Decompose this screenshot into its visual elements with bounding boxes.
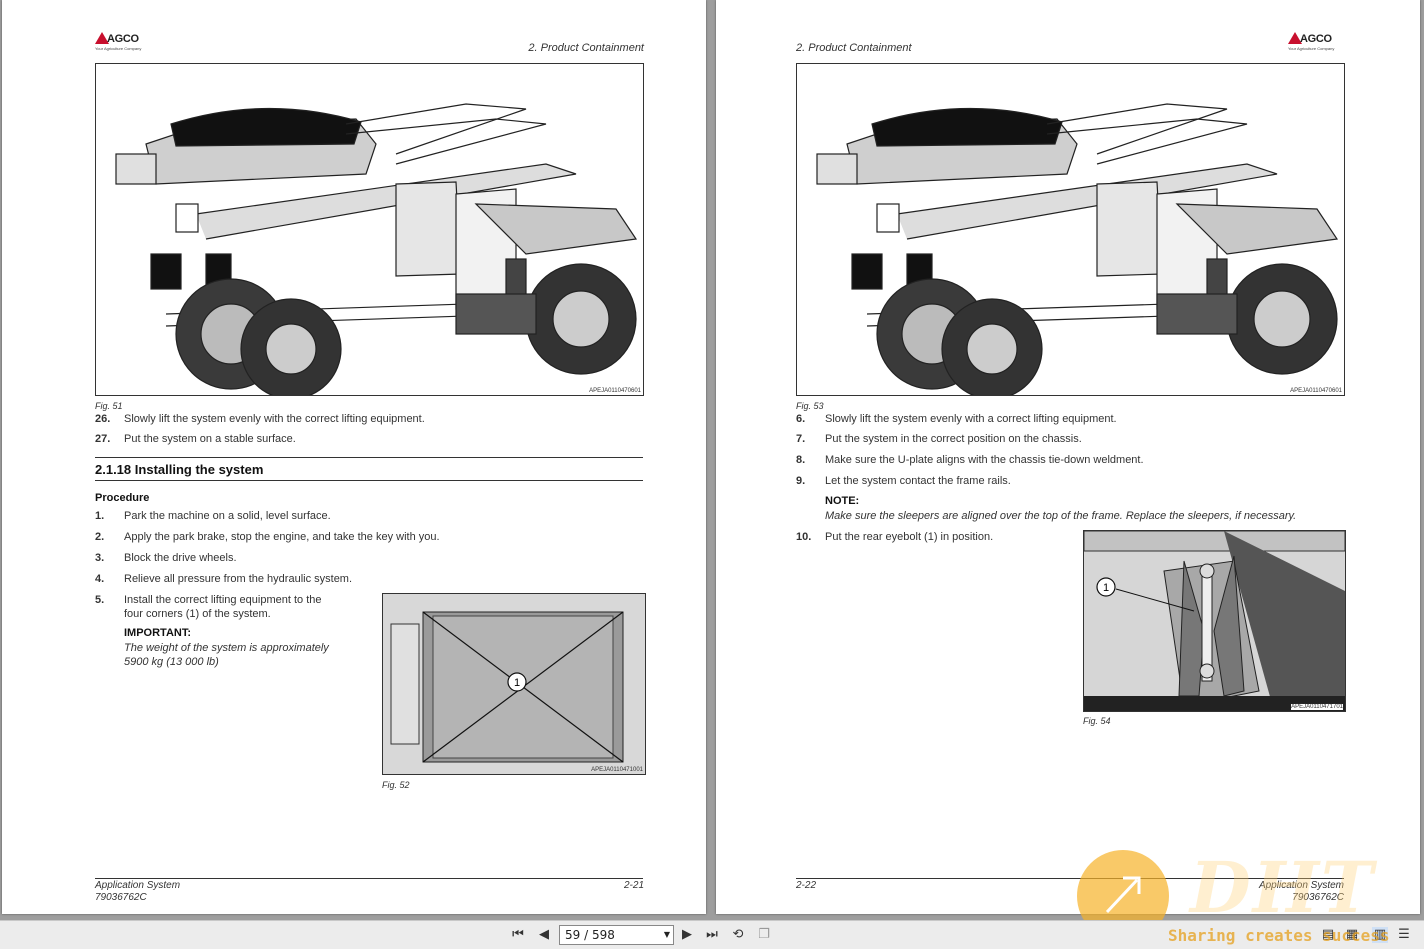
footer-doc-number: 79036762C [95, 892, 147, 903]
step-text: Put the system on a stable surface. [124, 433, 296, 445]
section-title: 2.1.18 Installing the system [95, 462, 263, 477]
watermark-text: Sharing creates success [1168, 926, 1390, 945]
section-title-text: Installing the system [134, 462, 264, 477]
view-icon[interactable]: ☰ [1396, 927, 1412, 943]
step-text: Let the system contact the frame rails. [825, 475, 1011, 487]
figure-caption: Fig. 52 [382, 780, 410, 790]
step-number: 4. [95, 573, 105, 585]
step-number: 8. [796, 454, 806, 466]
step-text: Slowly lift the system evenly with a cor… [825, 413, 1117, 425]
step-text: Block the drive wheels. [124, 552, 237, 564]
step-text: Install the correct lifting equipment to… [124, 594, 322, 606]
figure-code: APEJA0110470601 [589, 388, 641, 394]
important-line: The weight of the system is approximatel… [124, 642, 329, 654]
page-indicator: 59 / 598 [565, 928, 615, 942]
page-header: 2. Product Containment [796, 42, 912, 54]
footer-doc-title: Application System [95, 880, 181, 891]
step-text: Slowly lift the system evenly with the c… [124, 413, 425, 425]
copy-icon[interactable]: ❐ [756, 927, 772, 943]
step-number: 7. [796, 433, 806, 445]
logo-tagline: Your Agriculture Company [1288, 46, 1335, 51]
important-line: 5900 kg (13 000 lb) [124, 656, 219, 668]
figure-caption: Fig. 54 [1083, 716, 1111, 726]
step-text: Park the machine on a solid, level surfa… [124, 510, 331, 522]
step-number: 9. [796, 475, 806, 487]
last-page-icon[interactable]: ⏭ [704, 927, 720, 943]
chevron-down-icon[interactable]: ▼ [664, 926, 670, 944]
important-label: IMPORTANT: [124, 627, 192, 639]
step-number: 1. [95, 510, 105, 522]
step-item: 2. Apply the park brake, stop the engine… [95, 530, 655, 544]
step-item: 6. Slowly lift the system evenly with a … [796, 412, 1356, 426]
figure-53: APEJA0110470601 [796, 63, 1345, 396]
step-number: 10. [796, 531, 812, 543]
figure-52: 1 APEJA0110471001 [382, 593, 646, 775]
note-label: NOTE: [825, 495, 860, 507]
step-number: 2. [95, 531, 105, 543]
first-page-icon[interactable]: ⏮ [510, 927, 526, 943]
callout-number: 1 [1103, 582, 1109, 594]
step-text: Apply the park brake, stop the engine, a… [124, 531, 440, 543]
step-item: 27. Put the system on a stable surface. [95, 432, 655, 446]
page-header: 2. Product Containment [528, 42, 644, 54]
tank-top-illustration: 1 [383, 594, 645, 774]
figure-54: 1 APEJA0110471701 [1083, 530, 1346, 712]
step-item: 8. Make sure the U-plate aligns with the… [796, 453, 1356, 467]
step-item: 5. Install the correct lifting equipment… [95, 593, 375, 621]
step-text: Make sure the U-plate aligns with the ch… [825, 454, 1144, 466]
agco-logo: AGCO Your Agriculture Company [1288, 32, 1348, 54]
step-item: 7. Put the system in the correct positio… [796, 432, 1356, 446]
figure-caption: Fig. 53 [796, 401, 824, 411]
step-text: four corners (1) of the system. [124, 608, 271, 620]
step-number: 6. [796, 413, 806, 425]
callout-number: 1 [514, 677, 520, 689]
section-number: 2.1.18 [95, 462, 132, 477]
page-number: 2-21 [623, 880, 644, 891]
section-divider [95, 480, 643, 481]
logo-tagline: Your Agriculture Company [95, 46, 142, 51]
watermark-big: DHT [1190, 846, 1375, 929]
footer-divider [95, 878, 643, 879]
logo-word: AGCO [1300, 33, 1332, 45]
page-number-input[interactable]: 59 / 598 ▼ [559, 925, 674, 945]
eyebolt-illustration: 1 [1084, 531, 1345, 711]
step-number: 3. [95, 552, 105, 564]
rotate-icon[interactable]: ⟲ [730, 927, 746, 943]
figure-51: APEJA0110470601 [95, 63, 644, 396]
next-page-icon[interactable]: ▶ [679, 927, 695, 943]
step-item: 26. Slowly lift the system evenly with t… [95, 412, 655, 426]
sprayer-illustration [816, 103, 1339, 395]
agco-logo: AGCO Your Agriculture Company [95, 32, 155, 54]
logo-word: AGCO [107, 33, 139, 45]
step-item: 3. Block the drive wheels. [95, 551, 655, 565]
step-text: Put the system in the correct position o… [825, 433, 1082, 445]
figure-caption: Fig. 51 [95, 401, 123, 411]
right-page: 2. Product Containment AGCO Your Agricul… [716, 0, 1420, 914]
figure-code: APEJA0110471701 [1291, 704, 1343, 710]
step-number: 27. [95, 433, 111, 445]
step-text: Put the rear eyebolt (1) in position. [825, 531, 994, 543]
page-number: 2-22 [796, 880, 817, 891]
step-item: 4. Relieve all pressure from the hydraul… [95, 572, 655, 586]
figure-code: APEJA0110471001 [591, 767, 643, 773]
sprayer-illustration [115, 103, 638, 395]
section-divider [95, 457, 643, 458]
note-text: Make sure the sleepers are aligned over … [825, 510, 1297, 522]
figure-code: APEJA0110470601 [1290, 388, 1342, 394]
step-item: 9. Let the system contact the frame rail… [796, 474, 1356, 488]
step-number: 26. [95, 413, 111, 425]
step-number: 5. [95, 594, 105, 606]
footer-left: Application System 79036762C [95, 880, 180, 904]
step-item: 1. Park the machine on a solid, level su… [95, 509, 655, 523]
step-item: 10. Put the rear eyebolt (1) in position… [796, 530, 1076, 544]
left-page: AGCO Your Agriculture Company 2. Product… [2, 0, 706, 914]
prev-page-icon[interactable]: ◀ [536, 927, 552, 943]
step-text: Relieve all pressure from the hydraulic … [124, 573, 353, 585]
procedure-label: Procedure [95, 492, 150, 504]
